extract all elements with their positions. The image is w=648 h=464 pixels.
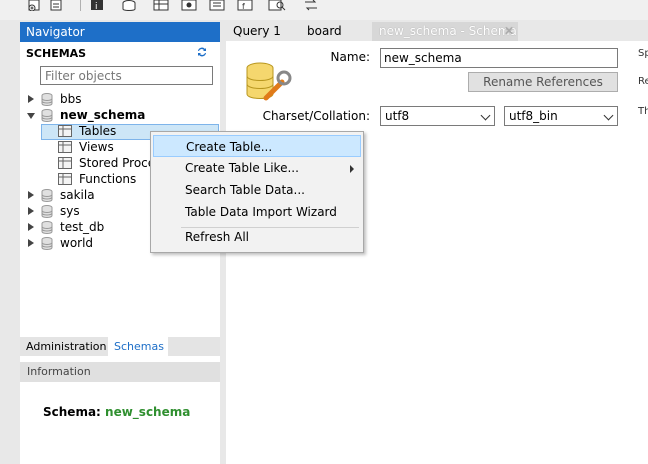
side-text-re: Re <box>638 76 648 87</box>
rename-references-button[interactable]: Rename References <box>468 72 618 92</box>
schema-info-label: Schema: <box>43 405 101 419</box>
menu-item-table-data-import-wizard[interactable]: Table Data Import Wizard <box>152 201 362 223</box>
create-view-icon[interactable] <box>180 0 198 11</box>
search-table-icon[interactable] <box>268 0 286 11</box>
collation-select[interactable]: utf8_bin <box>504 106 618 126</box>
schema-name-input[interactable] <box>380 48 618 68</box>
table-folder-icon <box>58 125 72 137</box>
information-title: Information <box>27 365 91 378</box>
chevron-down-icon <box>480 110 491 121</box>
close-tab-icon[interactable]: ✕ <box>504 22 514 41</box>
menu-item-search-table-data[interactable]: Search Table Data... <box>152 179 362 201</box>
navigator-title: Navigator <box>26 25 85 39</box>
schema-info: Schema: new_schema <box>43 405 190 419</box>
side-text-th: Th <box>638 106 648 117</box>
menu-item-label: Create Table Like... <box>185 161 299 175</box>
tab-label: new_schema - Schema <box>379 24 517 38</box>
tab-schemas[interactable]: Schemas <box>108 337 168 356</box>
chevron-down-icon <box>603 110 614 121</box>
schema-name: test_db <box>60 220 105 234</box>
menu-item-create-table-like[interactable]: Create Table Like... <box>152 157 362 179</box>
function-folder-icon <box>58 173 72 185</box>
menu-item-label: Create Table... <box>186 140 273 154</box>
svg-text:i: i <box>95 2 98 11</box>
menu-item-refresh-all[interactable]: Refresh All <box>152 226 362 248</box>
tab-query-1[interactable]: Query 1 <box>226 22 300 41</box>
schema-item-sys[interactable]: sys <box>26 204 146 220</box>
database-icon <box>41 221 53 234</box>
expand-arrow-icon[interactable] <box>28 239 34 247</box>
create-schema-icon[interactable] <box>120 0 138 11</box>
procedure-folder-icon <box>58 157 72 169</box>
navigator-tabs: Administration Schemas <box>20 337 220 356</box>
information-header: Information <box>20 362 220 382</box>
submenu-arrow-icon <box>350 165 354 173</box>
schema-item-world[interactable]: world <box>26 236 146 252</box>
schema-item-new_schema[interactable]: new_schema <box>26 108 216 124</box>
svg-text:f: f <box>242 2 245 11</box>
schema-item-test_db[interactable]: test_db <box>26 220 146 236</box>
schema-name: bbs <box>60 92 82 106</box>
filter-objects-input[interactable] <box>40 66 213 85</box>
schema-item-bbs[interactable]: bbs <box>26 92 216 108</box>
navigator-header: Navigator <box>20 22 220 42</box>
editor-tab-bar: Query 1 board new_schema - Schema ✕ <box>226 22 648 41</box>
tree-item-label: Tables <box>79 124 117 138</box>
tree-item-label: Stored Procedures <box>79 156 150 170</box>
schema-item-sakila[interactable]: sakila <box>26 188 146 204</box>
database-icon <box>41 93 53 106</box>
create-procedure-icon[interactable] <box>208 0 226 11</box>
schema-name: sys <box>60 204 80 218</box>
info-icon[interactable]: i <box>88 0 106 11</box>
menu-item-label: Table Data Import Wizard <box>185 205 337 219</box>
new-sql-icon[interactable] <box>26 0 44 11</box>
tab-board[interactable]: board <box>300 22 372 41</box>
information-panel <box>20 382 220 464</box>
charset-collation-label: Charset/Collation: <box>262 109 370 123</box>
database-icon <box>41 189 53 202</box>
expand-arrow-icon[interactable] <box>28 95 34 103</box>
schema-name: sakila <box>60 188 95 202</box>
schema-name: world <box>60 236 94 250</box>
tab-administration[interactable]: Administration <box>20 337 107 356</box>
expand-arrow-icon[interactable] <box>28 191 34 199</box>
menu-item-label: Refresh All <box>185 230 250 244</box>
schemas-label: SCHEMAS <box>26 47 87 60</box>
schema-info-value: new_schema <box>105 405 191 419</box>
charset-value: utf8 <box>385 109 410 123</box>
main-toolbar: i f <box>0 0 648 20</box>
tree-item-label: Views <box>79 140 114 154</box>
schema-wrench-icon <box>246 62 292 101</box>
tab-new-schema[interactable]: new_schema - Schema ✕ <box>372 22 518 41</box>
expand-arrow-icon[interactable] <box>28 207 34 215</box>
database-icon <box>41 205 53 218</box>
database-icon <box>41 109 53 122</box>
expand-arrow-icon[interactable] <box>28 223 34 231</box>
menu-item-create-table[interactable]: Create Table... <box>153 135 361 157</box>
name-label: Name: <box>330 50 370 64</box>
collapse-arrow-icon[interactable] <box>27 113 35 119</box>
collation-value: utf8_bin <box>509 109 558 123</box>
menu-item-label: Search Table Data... <box>185 183 305 197</box>
tree-item-stored-procedures[interactable]: Stored Procedures <box>58 156 150 172</box>
tree-item-label: Functions <box>79 172 137 186</box>
create-function-icon[interactable]: f <box>236 0 254 11</box>
refresh-icon[interactable] <box>196 46 208 58</box>
context-menu: Create Table... Create Table Like... Sea… <box>150 131 364 253</box>
charset-select[interactable]: utf8 <box>380 106 495 126</box>
reconnect-icon[interactable] <box>302 0 320 11</box>
open-sql-icon[interactable] <box>48 0 66 11</box>
view-folder-icon <box>58 141 72 153</box>
side-text-sp: Sp <box>638 48 648 59</box>
create-table-icon[interactable] <box>152 0 170 11</box>
schema-name: new_schema <box>60 108 146 122</box>
database-icon <box>41 237 53 250</box>
